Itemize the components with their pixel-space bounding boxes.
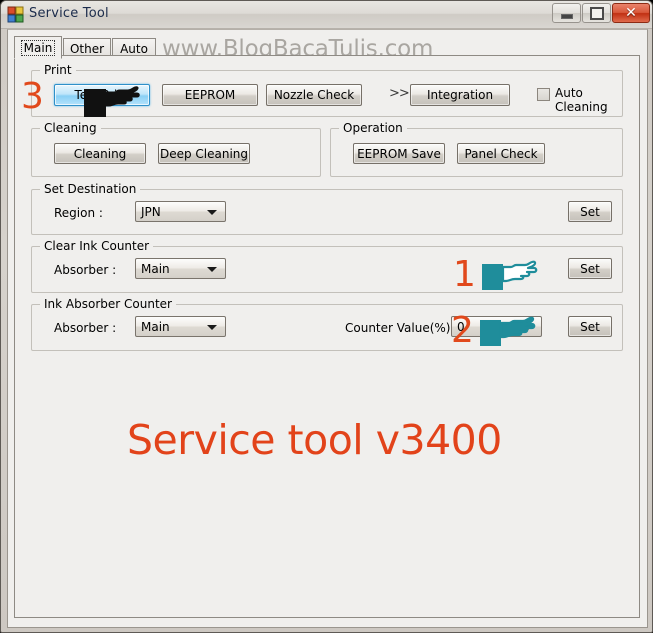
title-bar[interactable]: Service Tool ✕ (1, 1, 652, 29)
cleaning-button[interactable]: Cleaning (54, 143, 146, 164)
clear-ink-absorber-value: Main (141, 261, 170, 276)
tab-main-label: Main (20, 39, 56, 56)
maximize-button[interactable] (582, 3, 611, 23)
group-clear-ink-counter-title: Clear Ink Counter (40, 239, 154, 253)
minimize-icon (560, 13, 573, 19)
tab-main[interactable]: Main (14, 36, 62, 59)
ink-absorber-counter-set-label: Set (580, 319, 600, 334)
eeprom-save-label: EEPROM Save (357, 146, 441, 161)
ink-absorber-label: Absorber : (54, 321, 117, 335)
group-operation: Operation EEPROM Save Panel Check (330, 121, 623, 177)
group-set-destination-title: Set Destination (40, 182, 141, 196)
panel-check-button[interactable]: Panel Check (457, 143, 545, 164)
annotation-number-3: 3 (21, 76, 44, 117)
clear-ink-absorber-label: Absorber : (54, 263, 117, 277)
group-cleaning: Cleaning Cleaning Deep Cleaning (31, 121, 321, 177)
pointing-hand-icon-2 (480, 316, 536, 346)
group-cleaning-title: Cleaning (40, 121, 101, 135)
integration-label: Integration (426, 88, 494, 102)
clear-ink-counter-set-button[interactable]: Set (568, 258, 612, 279)
close-icon: ✕ (625, 5, 637, 21)
group-set-destination: Set Destination Region : JPN Set (31, 182, 623, 235)
auto-cleaning-label: Auto Cleaning (555, 86, 608, 114)
pointing-hand-icon-3 (84, 86, 140, 117)
auto-cleaning-checkbox[interactable] (537, 88, 550, 101)
deep-cleaning-button[interactable]: Deep Cleaning (158, 143, 250, 164)
integration-button[interactable]: Integration (410, 84, 510, 106)
nozzle-check-label: Nozzle Check (273, 88, 355, 102)
deep-cleaning-label: Deep Cleaning (159, 146, 249, 161)
ink-absorber-counter-set-button[interactable]: Set (568, 316, 612, 337)
maximize-icon (589, 6, 604, 20)
page-caption: Service tool v3400 (127, 416, 502, 464)
ink-absorber-combobox[interactable]: Main (135, 316, 226, 337)
eeprom-label: EEPROM (184, 88, 236, 102)
chevron-right-icon: >> (389, 86, 410, 101)
group-print-title: Print (40, 63, 76, 77)
chevron-down-icon (207, 324, 217, 330)
set-destination-set-button[interactable]: Set (568, 201, 612, 222)
minimize-button[interactable] (552, 3, 581, 23)
window-title: Service Tool (29, 6, 109, 21)
clear-ink-absorber-combobox[interactable]: Main (135, 258, 226, 279)
chevron-down-icon (207, 266, 217, 272)
set-destination-set-label: Set (580, 204, 600, 219)
app-blocks-icon (7, 6, 24, 23)
panel-check-label: Panel Check (464, 146, 538, 161)
region-label: Region : (54, 206, 103, 220)
tab-other-label: Other (69, 41, 105, 56)
annotation-number-1: 1 (453, 254, 476, 295)
region-combobox[interactable]: JPN (135, 201, 226, 222)
pointing-hand-icon-1 (482, 260, 538, 290)
close-button[interactable]: ✕ (612, 3, 650, 23)
group-ink-absorber-counter-title: Ink Absorber Counter (40, 297, 176, 311)
eeprom-save-button[interactable]: EEPROM Save (353, 143, 445, 164)
region-value: JPN (141, 204, 161, 219)
counter-value-label: Counter Value(%) : (345, 321, 459, 335)
tab-page-main: Print Test Print EEPROM Nozzle Check >> … (14, 55, 640, 618)
clear-ink-counter-set-label: Set (580, 261, 600, 276)
group-operation-title: Operation (339, 121, 407, 135)
nozzle-check-button[interactable]: Nozzle Check (266, 84, 362, 106)
eeprom-button[interactable]: EEPROM (162, 84, 258, 106)
chevron-down-icon (207, 209, 217, 215)
annotation-number-2: 2 (451, 310, 474, 351)
tab-auto-label: Auto (120, 41, 148, 56)
application-window: Service Tool ✕ Main Other Auto www.BlogB… (0, 0, 653, 633)
ink-absorber-value: Main (141, 319, 170, 334)
cleaning-label: Cleaning (73, 146, 127, 161)
